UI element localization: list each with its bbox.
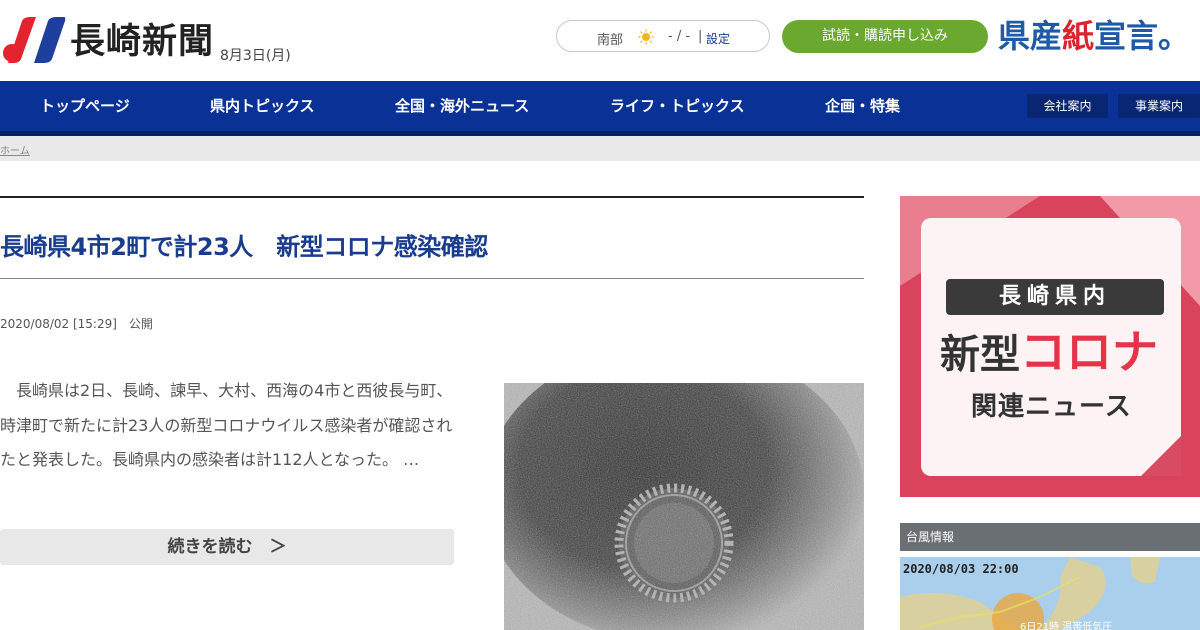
campaign-text-dot: 。 — [1158, 17, 1191, 55]
nav-item-national-world-news[interactable]: 全国・海外ニュース — [395, 81, 529, 131]
sun-icon — [638, 29, 654, 45]
weather-widget: 南部 - / - | 設定 — [556, 20, 770, 52]
weather-temperature: - / - — [668, 29, 691, 44]
newspaper-logo-icon[interactable] — [2, 15, 66, 65]
campaign-text-2: 宣言 — [1094, 17, 1159, 55]
site-logo-text[interactable]: 長崎新聞 — [70, 20, 214, 64]
campaign-text-1: 県産 — [998, 17, 1063, 55]
nav-item-prefecture-topics[interactable]: 県内トピックス — [210, 81, 315, 131]
typhoon-section-heading: 台風情報 — [900, 523, 1200, 551]
article-top-divider — [0, 196, 864, 198]
banner-subheadline: 関連ニュース — [971, 392, 1132, 422]
banner-headline: 新型コロナ — [940, 324, 1158, 383]
banner-fold-corner — [1141, 436, 1181, 476]
main-navigation: トップページ 県内トピックス 全国・海外ニュース ライフ・トピックス 企画・特集… — [0, 81, 1200, 136]
subscribe-button[interactable]: 試読・購読申し込み — [782, 20, 988, 53]
read-more-button[interactable]: 続きを読む ＞ — [0, 529, 454, 565]
nav-item-life-topics[interactable]: ライフ・トピックス — [610, 81, 745, 131]
virus-micrograph-photo — [504, 383, 864, 630]
article-title: 長崎県4市2町で計23人 新型コロナ感染確認 — [0, 233, 488, 261]
breadcrumb: ホーム — [0, 136, 1200, 161]
campaign-text-red: 紙 — [1062, 17, 1095, 55]
banner-headline-red: コロナ — [1020, 325, 1158, 379]
corona-news-banner[interactable]: 長崎県内 新型コロナ 関連ニュース — [900, 196, 1200, 497]
typhoon-forecast-note: 6日21時 温帯低気圧 — [1020, 622, 1113, 630]
article-summary: 長崎県は2日、長崎、諫早、大村、西海の4市と西彼長与町、時津町で新たに計23人の… — [0, 381, 453, 469]
banner-headline-black: 新型 — [940, 332, 1020, 378]
title-divider — [0, 278, 864, 279]
weather-settings-link[interactable]: 設定 — [706, 30, 730, 47]
site-header: 長崎新聞 8月3日(月) 南部 - / - | 設定 試読・購読申し込み 県産紙… — [0, 0, 1200, 81]
breadcrumb-home-link[interactable]: ホーム — [0, 142, 30, 157]
banner-region-label: 長崎県内 — [946, 279, 1164, 315]
nav-item-top-page[interactable]: トップページ — [40, 81, 130, 131]
typhoon-timestamp: 2020/08/03 22:00 — [903, 562, 1019, 576]
article-publish-date: 2020/08/02 [15:29] 公開 — [0, 317, 153, 331]
nav-item-features[interactable]: 企画・特集 — [825, 81, 900, 131]
business-info-button[interactable]: 事業案内 — [1118, 94, 1200, 118]
weather-region: 南部 — [597, 33, 624, 48]
weather-divider: | — [698, 29, 703, 44]
current-date: 8月3日(月) — [220, 48, 291, 64]
campaign-banner-link[interactable]: 県産紙宣言。 — [998, 16, 1190, 56]
company-info-button[interactable]: 会社案内 — [1027, 94, 1108, 118]
typhoon-map[interactable]: 2020/08/03 22:00 6日21時 温帯低気圧 — [900, 557, 1200, 630]
